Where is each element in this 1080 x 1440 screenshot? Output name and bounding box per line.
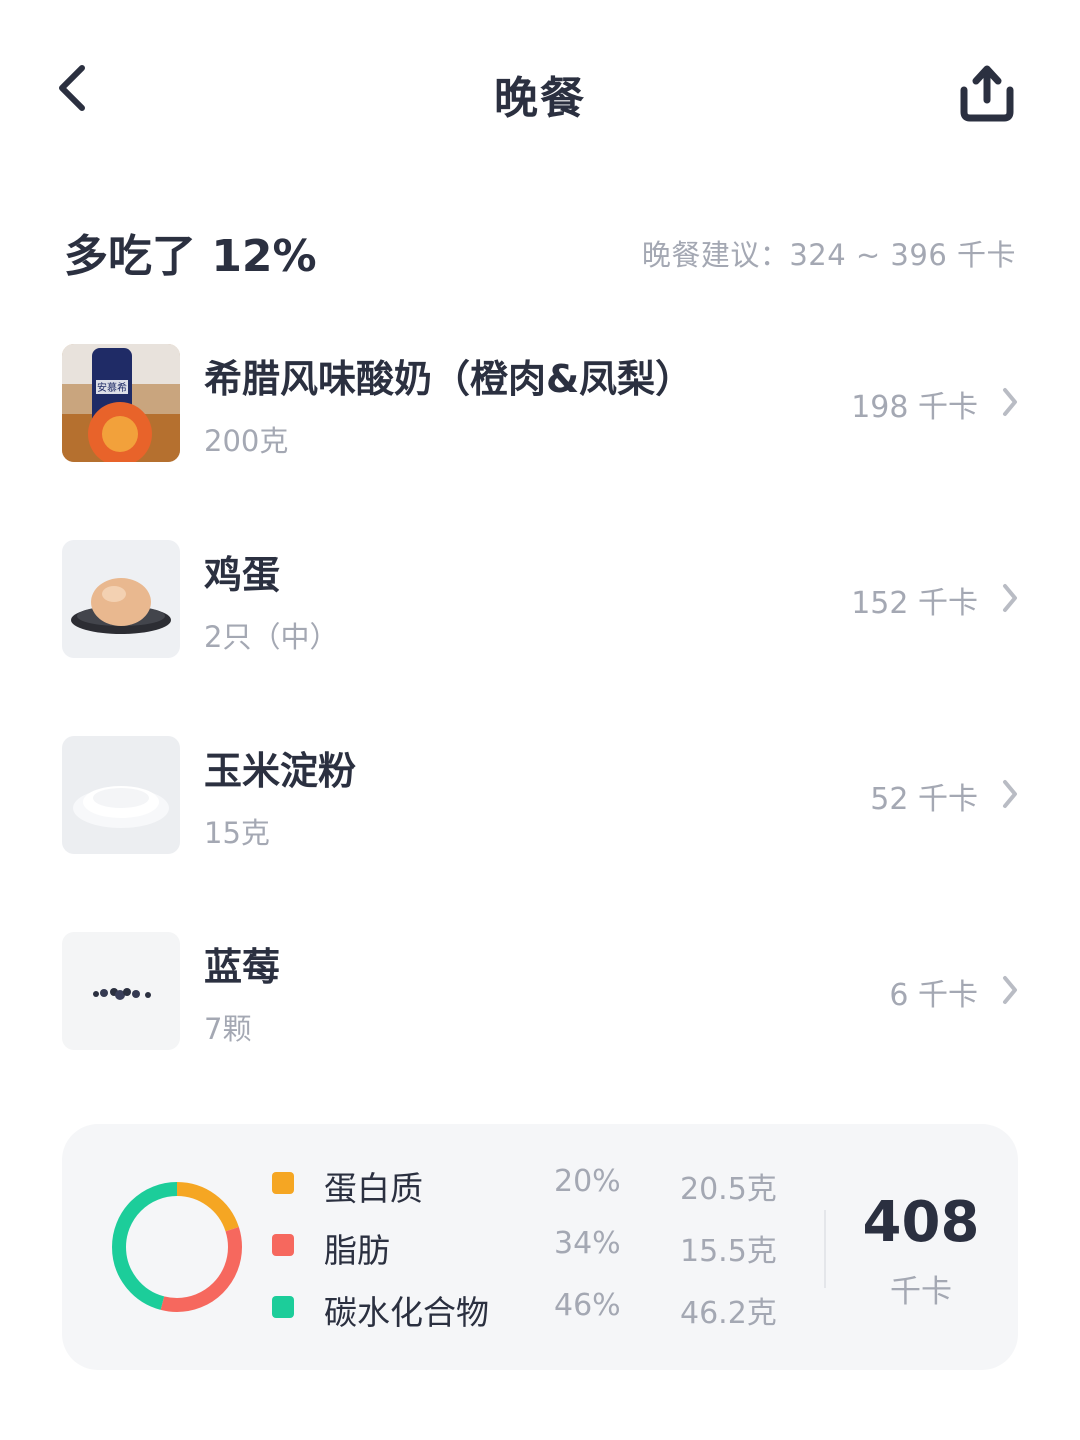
protein-swatch — [272, 1172, 294, 1194]
nutrition-card: 蛋白质 20% 20.5克 脂肪 34% 15.5克 碳水化合物 46% 46.… — [62, 1124, 1018, 1370]
legend-grams: 20.5克 — [680, 1172, 777, 1207]
macro-donut-chart — [112, 1182, 242, 1312]
legend-label: 蛋白质 — [324, 1169, 423, 1208]
food-amount: 7颗 — [204, 1012, 252, 1046]
over-intake-text: 多吃了 12% — [64, 231, 317, 282]
fat-swatch — [272, 1234, 294, 1256]
share-upload-icon — [960, 65, 1014, 122]
food-calories: 198 千卡 — [851, 390, 978, 425]
food-name: 鸡蛋 — [204, 553, 281, 597]
food-calories: 152 千卡 — [851, 586, 978, 621]
food-item-cornstarch[interactable]: 玉米淀粉 15克 52 千卡 — [62, 736, 1030, 856]
total-calories: 408 — [862, 1190, 980, 1255]
share-button[interactable] — [952, 60, 1024, 126]
yogurt-thumbnail: 安慕希 — [62, 344, 180, 462]
legend-percent: 20% — [554, 1164, 621, 1199]
chevron-right-icon — [1003, 388, 1017, 416]
legend-row-carbs: 碳水化合物 46% 46.2克 — [272, 1284, 792, 1334]
food-calories: 6 千卡 — [889, 978, 978, 1013]
total-calories-unit: 千卡 — [890, 1274, 952, 1310]
food-name: 希腊风味酸奶（橙肉&凤梨） — [204, 357, 694, 401]
legend-percent: 46% — [554, 1288, 621, 1323]
food-amount: 200克 — [204, 424, 289, 458]
food-name: 玉米淀粉 — [204, 749, 357, 793]
chevron-right-icon — [1003, 780, 1017, 808]
legend-row-protein: 蛋白质 20% 20.5克 — [272, 1160, 792, 1210]
legend-row-fat: 脂肪 34% 15.5克 — [272, 1222, 792, 1272]
chevron-right-icon — [1003, 976, 1017, 1004]
food-item-yogurt[interactable]: 安慕希 希腊风味酸奶（橙肉&凤梨） 200克 198 千卡 — [62, 344, 1030, 464]
food-name: 蓝莓 — [204, 945, 281, 989]
chevron-right-icon — [1003, 584, 1017, 612]
page-title: 晚餐 — [494, 73, 586, 124]
food-calories: 52 千卡 — [870, 782, 978, 817]
legend-label: 脂肪 — [324, 1231, 390, 1270]
legend-grams: 15.5克 — [680, 1234, 777, 1269]
legend-grams: 46.2克 — [680, 1296, 777, 1331]
legend-label: 碳水化合物 — [324, 1293, 489, 1332]
carbs-swatch — [272, 1296, 294, 1318]
cornstarch-thumbnail — [62, 736, 180, 854]
blueberry-thumbnail — [62, 932, 180, 1050]
meal-summary: 多吃了 12% 晚餐建议：324 ~ 396 千卡 — [64, 220, 1016, 282]
legend-percent: 34% — [554, 1226, 621, 1261]
food-amount: 15克 — [204, 816, 270, 850]
food-item-egg[interactable]: 鸡蛋 2只（中） 152 千卡 — [62, 540, 1030, 660]
yogurt-brand-text: 安慕希 — [97, 381, 127, 394]
egg-thumbnail — [62, 540, 180, 658]
calorie-suggestion: 晚餐建议：324 ~ 396 千卡 — [641, 238, 1016, 272]
food-item-blueberry[interactable]: 蓝莓 7颗 6 千卡 — [62, 932, 1030, 1052]
nav-bar: 晚餐 — [0, 0, 1080, 190]
food-amount: 2只（中） — [204, 620, 339, 654]
